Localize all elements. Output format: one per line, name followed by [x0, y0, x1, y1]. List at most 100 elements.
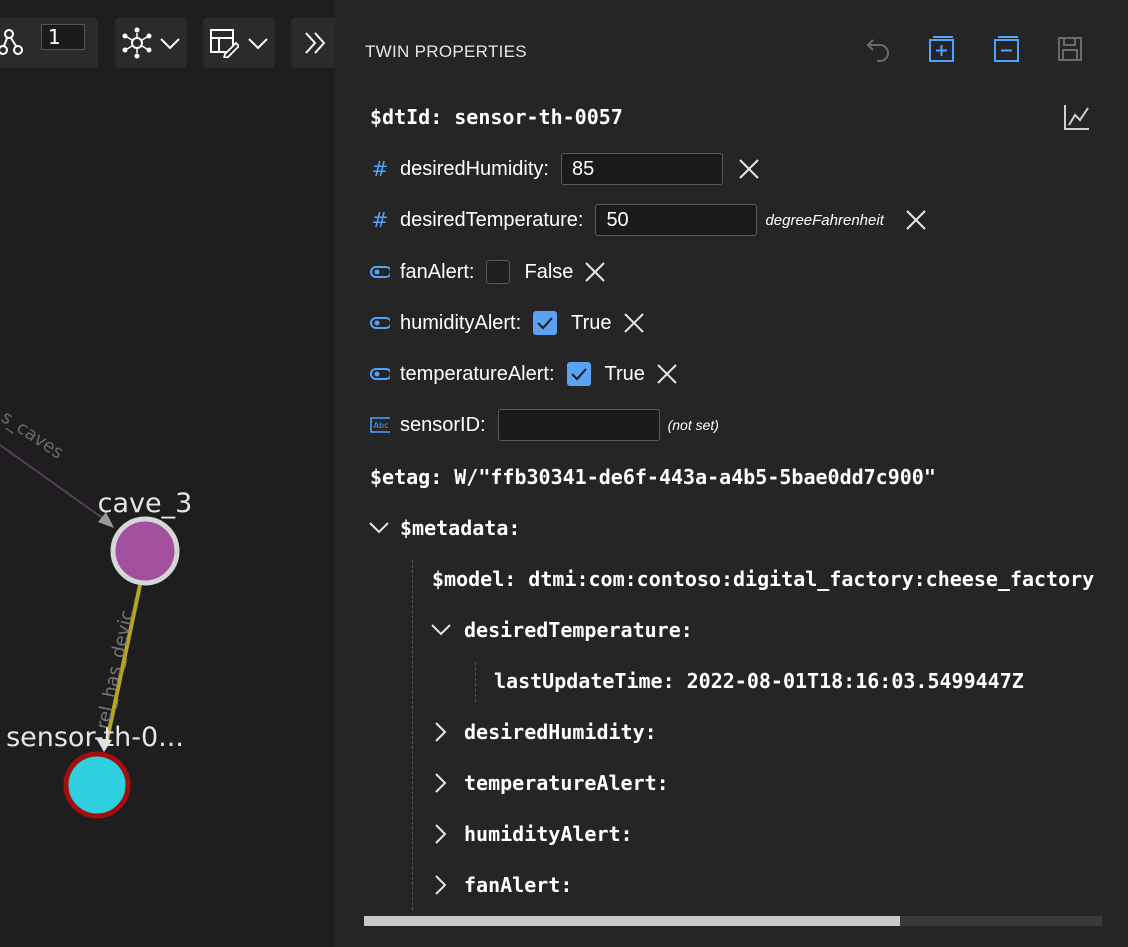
expand-all-button[interactable] — [927, 34, 957, 64]
save-button[interactable] — [1055, 34, 1085, 64]
bool-value: True — [571, 311, 612, 334]
scrollbar-thumb[interactable] — [364, 916, 900, 926]
property-row-temperature-alert: temperatureAlert: True — [370, 357, 679, 391]
metadata-temperature-alert-toggle[interactable]: temperatureAlert: — [434, 766, 669, 800]
physics-toolbar-button[interactable] — [115, 18, 187, 68]
not-set-label: (not set) — [667, 417, 719, 433]
panel-title: TWIN PROPERTIES — [365, 42, 527, 61]
string-type-icon: Abc — [370, 417, 390, 433]
node-cave-3[interactable] — [110, 516, 180, 586]
collapse-all-button[interactable] — [992, 34, 1022, 64]
dtid-row: $dtId: sensor-th-0057 — [370, 100, 623, 134]
check-icon — [570, 368, 587, 381]
line-chart-icon — [1064, 105, 1089, 130]
metadata-key: humidityAlert: — [464, 822, 633, 846]
remove-property-button[interactable] — [622, 311, 646, 335]
dtid-key: $dtId: — [370, 105, 443, 129]
layout-toolbar: 1 — [0, 18, 98, 68]
metadata-key: desiredHumidity: — [464, 720, 657, 744]
last-update-value: 2022-08-01T18:16:03.5499447Z — [686, 669, 1024, 693]
number-type-icon: # — [371, 208, 389, 232]
etag-row: $etag: W/"ffb30341-de6f-443a-a4b5-5bae0d… — [370, 460, 936, 494]
metadata-humidity-alert-toggle[interactable]: humidityAlert: — [434, 817, 633, 851]
remove-property-button[interactable] — [655, 362, 679, 386]
etag-value: W/"ffb30341-de6f-443a-a4b5-5bae0dd7c900" — [454, 465, 936, 489]
metadata-desired-temperature-toggle[interactable]: desiredTemperature: — [430, 613, 693, 647]
metadata-toggle[interactable]: $metadata: — [368, 511, 520, 545]
chevron-right-icon — [435, 722, 447, 742]
toggle-type-icon — [370, 265, 390, 279]
horizontal-scrollbar[interactable] — [364, 916, 1102, 926]
unit-label: degreeFahrenheit — [765, 211, 884, 229]
chevron-down-icon — [248, 38, 268, 50]
expand-panel-button[interactable] — [291, 18, 335, 68]
sensor-id-textarea[interactable] — [497, 409, 660, 441]
edge-label-devices: rel_has_devic — [92, 608, 138, 731]
check-icon — [537, 317, 553, 330]
close-icon — [623, 313, 644, 333]
undo-button[interactable] — [863, 34, 893, 64]
property-row-desired-humidity: # desiredHumidity: 85 — [370, 152, 761, 186]
number-type-icon: # — [371, 157, 389, 181]
model-value: dtmi:com:contoso:digital_factory:cheese_… — [528, 567, 1095, 591]
node-label-cave-3: cave_3 — [98, 488, 193, 519]
chevron-down-icon — [431, 624, 451, 636]
bool-value: True — [604, 362, 645, 385]
double-chevron-right-icon — [305, 32, 326, 54]
property-row-sensor-id: Abc sensorID: (not set) — [370, 408, 719, 442]
toggle-type-icon — [370, 316, 390, 330]
property-label: humidityAlert: — [400, 311, 522, 334]
remove-property-button[interactable] — [904, 208, 928, 232]
twin-properties-panel: TWIN PROPERTIES $dtId: sensor-th-0057 # … — [335, 0, 1128, 947]
temperature-alert-checkbox[interactable] — [566, 362, 591, 386]
metadata-desired-humidity-toggle[interactable]: desiredHumidity: — [434, 715, 657, 749]
node-sensor[interactable] — [63, 751, 131, 819]
tree-guide-line — [412, 560, 413, 910]
bool-value: False — [524, 260, 574, 283]
model-row: $model: dtmi:com:contoso:digital_factory… — [432, 562, 1094, 596]
edge-label-caves: s_caves — [0, 407, 67, 464]
model-key: $model: — [432, 567, 517, 591]
metadata-key: desiredTemperature: — [464, 618, 693, 642]
layout-depth-input[interactable]: 1 — [41, 24, 85, 50]
desired-temperature-input[interactable]: 50 — [595, 204, 758, 236]
metadata-key: fanAlert: — [464, 873, 573, 897]
close-icon — [739, 159, 759, 179]
metadata-label: $metadata: — [400, 516, 521, 540]
dtid-value: sensor-th-0057 — [454, 105, 623, 129]
toggle-type-icon — [370, 367, 390, 381]
network-icon — [122, 27, 152, 59]
last-update-row: lastUpdateTime: 2022-08-01T18:16:03.5499… — [494, 664, 1024, 698]
undo-icon — [866, 39, 889, 62]
property-row-fan-alert: fanAlert: False — [370, 255, 607, 289]
style-toolbar-button[interactable] — [203, 18, 275, 68]
metadata-key: temperatureAlert: — [464, 771, 669, 795]
desired-humidity-input[interactable]: 85 — [560, 153, 723, 185]
remove-property-button[interactable] — [583, 260, 607, 284]
etag-key: $etag: — [370, 465, 443, 489]
humidity-alert-checkbox[interactable] — [533, 311, 558, 335]
chevron-down-icon — [369, 522, 389, 534]
close-icon — [585, 262, 606, 282]
chevron-right-icon — [435, 773, 447, 793]
chart-button[interactable] — [1062, 102, 1092, 132]
node-label-sensor: sensor-th-0... — [6, 722, 184, 753]
close-icon — [906, 210, 926, 230]
property-label: temperatureAlert: — [400, 362, 555, 385]
chevron-right-icon — [435, 824, 447, 844]
chevron-right-icon — [435, 875, 447, 895]
collapse-all-icon — [994, 36, 1019, 62]
chevron-down-icon — [160, 38, 180, 50]
svg-text:Abc: Abc — [374, 421, 389, 430]
graph-svg: s_caves rel_has_devic cave_3 sensor-th-0… — [0, 407, 193, 819]
remove-property-button[interactable] — [737, 157, 761, 181]
property-row-humidity-alert: humidityAlert: True — [370, 306, 646, 340]
last-update-key: lastUpdateTime: — [494, 669, 675, 693]
graph-canvas[interactable]: s_caves rel_has_devic cave_3 sensor-th-0… — [0, 0, 335, 947]
property-label: fanAlert: — [400, 260, 475, 283]
close-icon — [657, 364, 677, 384]
graph-layout-icon[interactable] — [0, 28, 28, 58]
property-row-desired-temperature: # desiredTemperature: 50 degreeFahrenhei… — [370, 203, 928, 237]
metadata-fan-alert-toggle[interactable]: fanAlert: — [434, 868, 572, 902]
fan-alert-checkbox[interactable] — [486, 260, 511, 284]
